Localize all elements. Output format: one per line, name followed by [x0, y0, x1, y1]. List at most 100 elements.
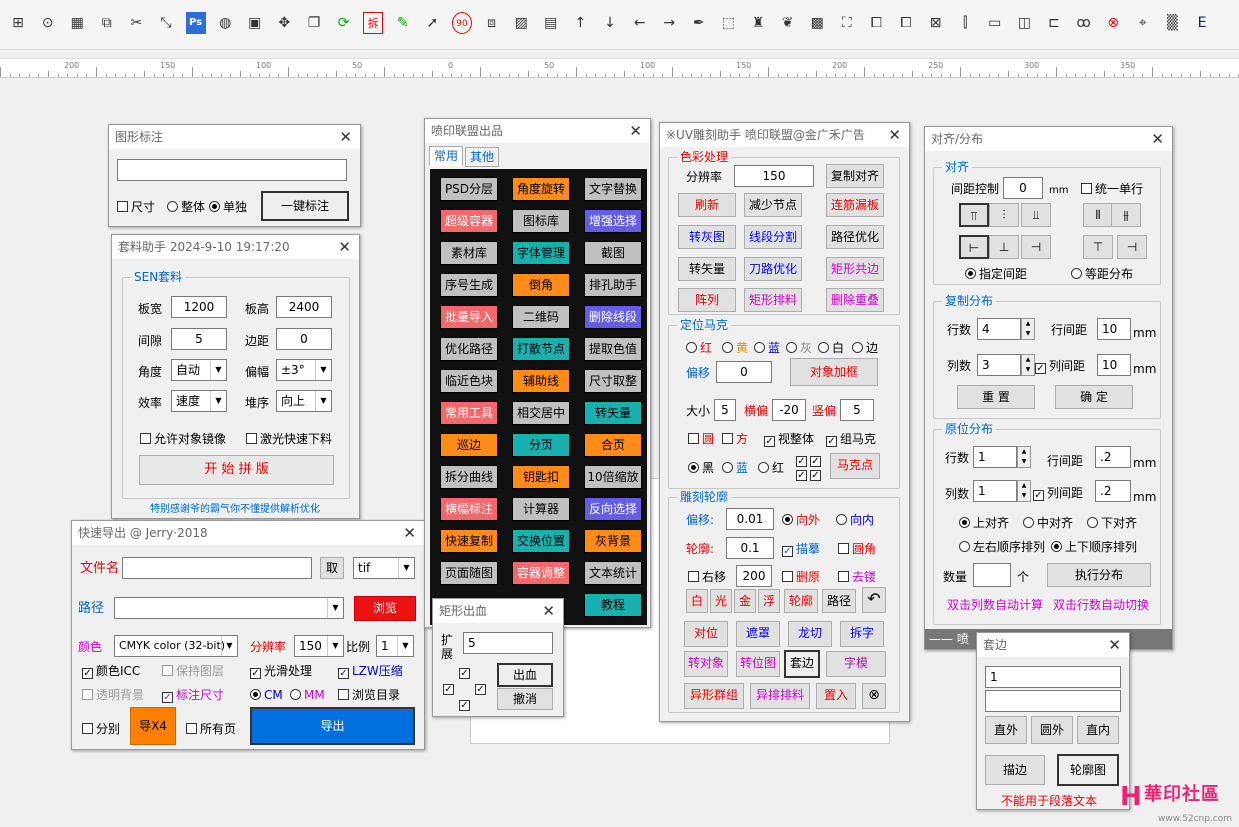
close-icon[interactable]: ✕ [1108, 633, 1121, 657]
tool-button[interactable]: 快速复制 [440, 529, 498, 553]
cut-icon[interactable]: ✂ [126, 12, 146, 34]
view-whole-checkbox[interactable]: ✓ 视整体 [764, 431, 814, 447]
ud-order-radio[interactable]: 上下顺序排列 [1051, 539, 1137, 555]
remove-hollow-checkbox[interactable]: 去镂 [838, 569, 876, 585]
offset-input[interactable]: 0.01 [726, 508, 774, 530]
align-center-icon[interactable]: ◫ [1014, 12, 1034, 34]
whole-radio[interactable]: 整体 [167, 199, 205, 215]
equal-spacing-radio[interactable]: 等距分布 [1071, 266, 1133, 282]
to-object-button[interactable]: 转对象 [684, 651, 728, 677]
frame2-icon[interactable]: ⧠ [896, 12, 916, 34]
tool-button[interactable]: 二维码 [512, 305, 570, 329]
arrow-right-icon[interactable]: → [659, 12, 679, 34]
corner-checkboxes[interactable]: ✓ ✓ ✓ ✓ [796, 453, 824, 481]
specified-spacing-radio[interactable]: 指定间距 [965, 266, 1027, 282]
copy-align-button[interactable]: 复制对齐 [826, 164, 884, 188]
tool-button[interactable]: 尺寸取整 [584, 369, 642, 393]
tool-button[interactable]: 容器调整 [512, 561, 570, 585]
close-icon[interactable]: ✕ [888, 123, 901, 147]
place-button[interactable]: 置入 [816, 683, 856, 709]
round-out-button[interactable]: 圆外 [1031, 716, 1073, 744]
tool-button[interactable]: 钥匙扣 [512, 465, 570, 489]
rows-input[interactable]: 4 [977, 318, 1021, 340]
mark-gray-radio[interactable]: 灰 [786, 340, 812, 356]
delete-original-checkbox[interactable]: 删原 [782, 569, 820, 585]
count-input[interactable] [973, 563, 1011, 587]
font-mold-button[interactable]: 字模 [826, 651, 886, 677]
arrow-up-icon[interactable]: ↑ [570, 12, 590, 34]
mid-align-radio[interactable]: 中对齐 [1023, 515, 1073, 531]
lzw-checkbox[interactable]: ✓ LZW压缩 [338, 663, 403, 679]
tool-button[interactable]: 角度旋转 [512, 177, 570, 201]
align-left-icon[interactable]: ⊢ [959, 235, 989, 259]
single-row-checkbox[interactable]: 统一单行 [1081, 181, 1143, 197]
distribute-h-icon[interactable]: ⫴ [1083, 203, 1113, 227]
grid-icon[interactable]: ▩ [807, 12, 827, 34]
tool-button[interactable]: 超级容器 [440, 209, 498, 233]
tool-button[interactable]: 分页 [512, 433, 570, 457]
tool-button[interactable]: 相交居中 [512, 401, 570, 425]
mm-radio[interactable]: MM [290, 687, 325, 703]
board-height-input[interactable]: 2400 [276, 296, 332, 318]
dragon-cut-button[interactable]: 龙切 [788, 621, 832, 647]
to-gray-button[interactable]: 转灰图 [678, 225, 736, 249]
transparent-checkbox[interactable]: 透明背景 [82, 687, 144, 703]
lr-order-radio[interactable]: 左右顺序排列 [959, 539, 1045, 555]
contour-input[interactable]: 0.1 [726, 537, 774, 559]
knife-path-button[interactable]: 刀路优化 [744, 257, 802, 281]
mark-red2-radio[interactable]: 红 [758, 460, 784, 476]
spacing-input[interactable]: 0 [1003, 177, 1043, 199]
color-mode-select[interactable]: CMYK color (32-bit) ▼ [114, 635, 238, 657]
shift-input[interactable]: 0 [716, 361, 772, 383]
segment-split-button[interactable]: 线段分割 [744, 225, 802, 249]
align-bottom-icon[interactable]: ⫫ [1021, 203, 1051, 227]
left-checkbox[interactable]: ✓ [443, 679, 457, 695]
export-button[interactable]: 导出 [250, 707, 415, 745]
laser-checkbox[interactable]: 激光快速下料 [246, 431, 332, 447]
distribute-h2-icon[interactable]: ⫵ [1111, 203, 1141, 227]
close-icon[interactable]: ✕ [542, 599, 555, 623]
export-x4-button[interactable]: 导X4 [130, 707, 176, 745]
margin-input[interactable]: 0 [276, 328, 332, 350]
size-checkbox[interactable]: 尺寸 [117, 199, 155, 215]
efficiency-select[interactable]: 速度 ▼ [171, 390, 227, 412]
tool-button[interactable]: 灰背景 [584, 529, 642, 553]
confirm-button[interactable]: 确 定 [1055, 385, 1133, 409]
mark-white-radio[interactable]: 白 [818, 340, 844, 356]
mask-button[interactable]: 遮罩 [736, 621, 780, 647]
bottom-align-radio[interactable]: 下对齐 [1087, 515, 1137, 531]
square-checkbox[interactable]: 方 [722, 431, 748, 447]
straight-out-button[interactable]: 直外 [985, 716, 1027, 744]
color-wheel-icon[interactable]: ◍ [215, 12, 235, 34]
layers-icon[interactable]: ❐ [304, 12, 324, 34]
col-gap-checkbox[interactable]: ✓ 列间距 [1035, 358, 1085, 374]
reset-button[interactable]: 重 置 [957, 385, 1035, 409]
ratio-select[interactable]: 1 ▼ [376, 635, 414, 657]
reduce-nodes-button[interactable]: 减少节点 [744, 193, 802, 217]
format-select[interactable]: tif ▼ [353, 557, 415, 579]
gloss-button[interactable]: 光 [710, 589, 732, 613]
cols2-input[interactable]: 1 [973, 480, 1017, 502]
split-text-button[interactable]: 拆字 [840, 621, 884, 647]
path-button[interactable]: 路径 [822, 589, 856, 613]
mark-point-button[interactable]: 马克点 [830, 453, 880, 479]
keep-layers-checkbox[interactable]: 保持图层 [162, 663, 224, 679]
stack-select[interactable]: 向上 ▼ [276, 390, 332, 412]
target-icon[interactable]: ⌖ [1133, 12, 1153, 34]
tool-button[interactable]: 增强选择 [584, 209, 642, 233]
fill-gap-button[interactable]: 连筋漏板 [826, 193, 884, 217]
v-shift-input[interactable]: 5 [840, 399, 874, 421]
rect-nesting-button[interactable]: 矩形排料 [744, 288, 802, 312]
align-position-button[interactable]: 对位 [684, 621, 728, 647]
execute-distribute-button[interactable]: 执行分布 [1047, 563, 1151, 587]
refresh-icon[interactable]: ⟳ [334, 12, 354, 34]
tool-button[interactable]: 文本统计 [584, 561, 642, 585]
bottom-checkbox[interactable]: ✓ [459, 695, 473, 711]
badge-icon[interactable]: ▣ [245, 12, 265, 34]
tool-button[interactable]: 提取色值 [584, 337, 642, 361]
path-select[interactable]: ▼ [114, 597, 344, 619]
tool-button[interactable]: 转矢量 [584, 401, 642, 425]
delete-overlap-button[interactable]: 删除重叠 [826, 288, 884, 312]
contour-map-button[interactable]: 轮廓图 [1057, 754, 1119, 786]
undo-button[interactable]: 撤消 [497, 688, 553, 710]
